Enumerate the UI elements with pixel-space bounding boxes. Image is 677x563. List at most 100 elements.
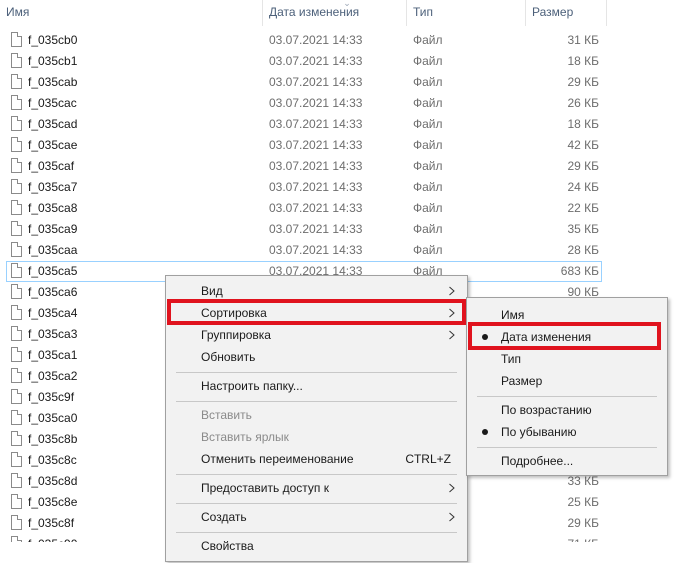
menu-item-label: Отменить переименование: [201, 452, 354, 466]
file-row[interactable]: f_035cac 03.07.2021 14:33 Файл 26 КБ: [6, 93, 602, 114]
file-name: f_035ca2: [28, 369, 78, 383]
file-type: Файл: [413, 75, 443, 89]
file-date: 03.07.2021 14:33: [269, 117, 363, 131]
column-name-header[interactable]: Имя: [0, 0, 262, 26]
sort-submenu: Имя Дата изменения Тип Размер По возраст…: [466, 297, 668, 476]
column-separator[interactable]: [606, 0, 607, 26]
file-type: Файл: [413, 54, 443, 68]
file-name: f_035ca7: [28, 180, 78, 194]
menu-item-label: Группировка: [201, 328, 271, 342]
file-icon: [11, 284, 22, 299]
file-row[interactable]: f_035ca7 03.07.2021 14:33 Файл 24 КБ: [6, 177, 602, 198]
file-name: f_035cac: [28, 96, 77, 110]
file-row[interactable]: f_035cae 03.07.2021 14:33 Файл 42 КБ: [6, 135, 602, 156]
file-name: f_035cad: [28, 117, 78, 131]
file-size: 22 КБ: [567, 201, 599, 215]
file-row[interactable]: f_035cab 03.07.2021 14:33 Файл 29 КБ: [6, 72, 602, 93]
file-type: Файл: [413, 159, 443, 173]
menu-item-label: Размер: [501, 374, 543, 388]
menu-item-paste-shortcut[interactable]: Вставить ярлык: [168, 426, 465, 448]
file-name: f_035ca3: [28, 327, 78, 341]
radio-bullet-icon: [482, 429, 488, 435]
file-name: f_035cae: [28, 138, 78, 152]
file-icon: [11, 53, 22, 68]
context-menu: Вид Сортировка Группировка Обновить Наст…: [165, 275, 468, 562]
file-icon: [11, 200, 22, 215]
file-date: 03.07.2021 14:33: [269, 222, 363, 236]
menu-item-paste[interactable]: Вставить: [168, 404, 465, 426]
file-name: f_035ca1: [28, 348, 78, 362]
file-icon: [11, 368, 22, 383]
column-date-header[interactable]: Дата изменения: [263, 0, 406, 26]
menu-item-label: Вид: [201, 284, 223, 298]
file-icon: [11, 95, 22, 110]
menu-item-label: Сортировка: [201, 306, 267, 320]
menu-item-view[interactable]: Вид: [168, 280, 465, 302]
menu-item-label: Обновить: [201, 350, 256, 364]
file-row[interactable]: f_035cad 03.07.2021 14:33 Файл 18 КБ: [6, 114, 602, 135]
file-name: f_035caa: [28, 243, 78, 257]
sort-descending[interactable]: По убыванию: [469, 421, 665, 443]
menu-item-label: Свойства: [201, 539, 254, 553]
file-row[interactable]: f_035cb1 03.07.2021 14:33 Файл 18 КБ: [6, 51, 602, 72]
column-type-header[interactable]: Тип: [407, 0, 525, 26]
menu-item-label: Создать: [201, 510, 247, 524]
file-name: f_035c90: [28, 534, 77, 542]
menu-separator: [176, 503, 457, 504]
file-icon: [11, 263, 22, 278]
menu-item-new[interactable]: Создать: [168, 506, 465, 528]
file-row[interactable]: f_035ca9 03.07.2021 14:33 Файл 35 КБ: [6, 219, 602, 240]
file-size: 25 КБ: [567, 495, 599, 509]
file-name: f_035ca8: [28, 201, 78, 215]
chevron-right-icon: [447, 280, 457, 302]
sort-by-date-modified[interactable]: Дата изменения: [469, 326, 665, 348]
menu-item-properties[interactable]: Свойства: [168, 535, 465, 557]
file-date: 03.07.2021 14:33: [269, 201, 363, 215]
menu-item-customize-folder[interactable]: Настроить папку...: [168, 375, 465, 397]
file-row[interactable]: f_035caa 03.07.2021 14:33 Файл 28 КБ: [6, 240, 602, 261]
menu-item-refresh[interactable]: Обновить: [168, 346, 465, 368]
column-header: Имя Дата изменения ⌄ Тип Размер: [0, 0, 677, 26]
menu-item-undo-rename[interactable]: Отменить переименование CTRL+Z: [168, 448, 465, 470]
file-date: 03.07.2021 14:33: [269, 243, 363, 257]
file-name: f_035ca4: [28, 306, 78, 320]
menu-item-sort[interactable]: Сортировка: [168, 302, 465, 324]
file-icon: [11, 431, 22, 446]
file-icon: [11, 452, 22, 467]
file-row[interactable]: f_035ca8 03.07.2021 14:33 Файл 22 КБ: [6, 198, 602, 219]
column-size-header[interactable]: Размер: [526, 0, 606, 26]
sort-by-size[interactable]: Размер: [469, 370, 665, 392]
file-row[interactable]: f_035caf 03.07.2021 14:33 Файл 29 КБ: [6, 156, 602, 177]
menu-item-give-access[interactable]: Предоставить доступ к: [168, 477, 465, 499]
file-icon: [11, 242, 22, 257]
file-size: 71 КБ: [567, 534, 599, 542]
file-icon: [11, 137, 22, 152]
sort-by-type[interactable]: Тип: [469, 348, 665, 370]
file-type: Файл: [413, 138, 443, 152]
file-icon: [11, 347, 22, 362]
sort-more[interactable]: Подробнее...: [469, 450, 665, 472]
file-size: 683 КБ: [560, 264, 599, 278]
menu-separator: [477, 396, 657, 397]
file-icon: [11, 473, 22, 488]
file-size: 42 КБ: [567, 138, 599, 152]
file-size: 24 КБ: [567, 180, 599, 194]
chevron-right-icon: [447, 302, 457, 324]
file-type: Файл: [413, 33, 443, 47]
file-date: 03.07.2021 14:33: [269, 180, 363, 194]
file-name: f_035ca6: [28, 285, 78, 299]
file-name: f_035c8b: [28, 432, 78, 446]
menu-item-group[interactable]: Группировка: [168, 324, 465, 346]
file-row[interactable]: f_035cb0 03.07.2021 14:33 Файл 31 КБ: [6, 30, 602, 51]
file-name: f_035c8c: [28, 453, 77, 467]
menu-item-shortcut: CTRL+Z: [405, 452, 451, 466]
file-type: Файл: [413, 96, 443, 110]
sort-ascending[interactable]: По возрастанию: [469, 399, 665, 421]
file-size: 28 КБ: [567, 243, 599, 257]
file-type: Файл: [413, 180, 443, 194]
file-name: f_035caf: [28, 159, 75, 173]
menu-separator: [176, 474, 457, 475]
file-size: 29 КБ: [567, 159, 599, 173]
menu-separator: [176, 532, 457, 533]
sort-by-name[interactable]: Имя: [469, 304, 665, 326]
